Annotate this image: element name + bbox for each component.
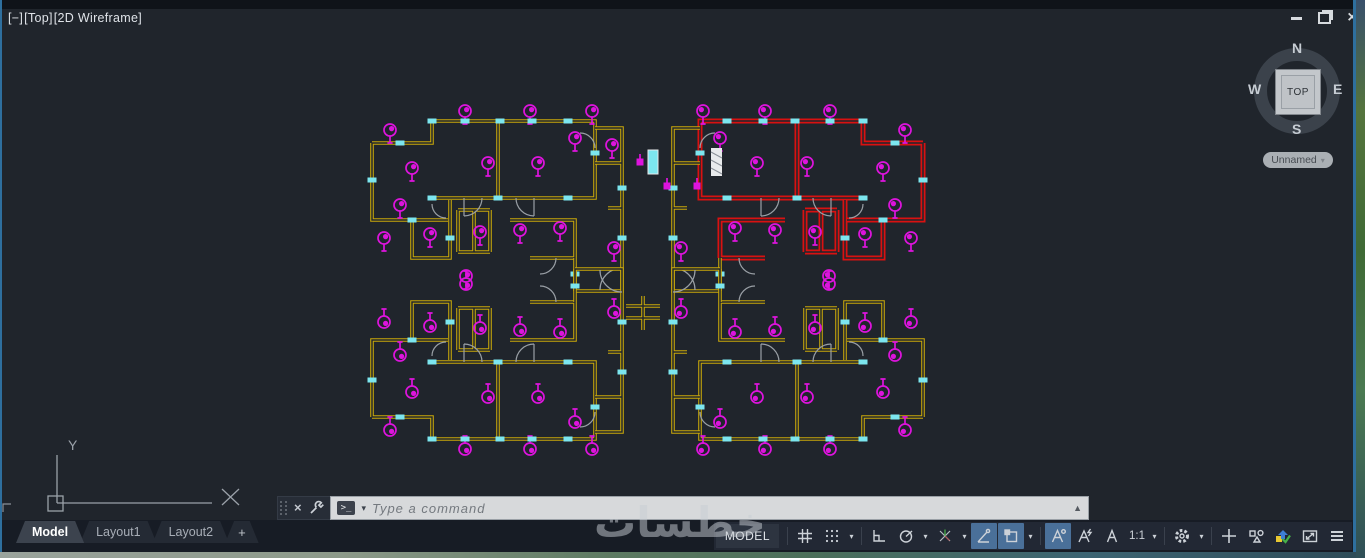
desktop-wallpaper-strip-bottom: [0, 552, 1356, 558]
ucs-y-label: Y: [68, 437, 78, 453]
polar-tracking-icon[interactable]: [893, 523, 919, 549]
window-border-left: [0, 0, 2, 558]
workspace-gear-icon[interactable]: [1169, 523, 1195, 549]
ortho-icon[interactable]: [866, 523, 892, 549]
viewcube-north[interactable]: N: [1292, 40, 1302, 56]
isodraft-caret-icon[interactable]: ▾: [959, 523, 970, 549]
command-placeholder: Type a command: [371, 500, 486, 516]
tab-model[interactable]: Model: [16, 521, 84, 543]
view-name-dropdown[interactable]: Unnamed ▾: [1263, 152, 1333, 168]
grid-icon[interactable]: [792, 523, 818, 549]
bottom-bar: Model Layout1 Layout2 + MODEL ▾ ▾ ▾ ▾ 1:…: [0, 520, 1356, 552]
isodraft-icon[interactable]: [932, 523, 958, 549]
recent-commands-caret-icon[interactable]: ▾: [361, 503, 366, 514]
status-bar: MODEL ▾ ▾ ▾ ▾ 1:1 ▾ ▾: [713, 522, 1352, 550]
command-prompt-icon[interactable]: >_: [336, 501, 356, 515]
floorplan-unit-top-right-selected: [669, 105, 928, 293]
workspace-caret-icon[interactable]: ▾: [1196, 523, 1207, 549]
tab-layout1[interactable]: Layout1: [80, 521, 156, 543]
command-bar-handle: ×: [277, 496, 330, 520]
drag-grip-icon[interactable]: [280, 501, 288, 515]
command-close-icon[interactable]: ×: [294, 501, 302, 514]
viewcube-west[interactable]: W: [1248, 81, 1261, 97]
new-layout-button[interactable]: +: [225, 521, 259, 543]
command-bar: × >_ ▾ Type a command ▲: [277, 496, 1089, 520]
graphics-performance-icon[interactable]: [1270, 523, 1296, 549]
autocad-window: [−][Top][2D Wireframe] × Y N S W E TOP U…: [0, 0, 1365, 558]
canvas-corner-bracket: [2, 503, 11, 512]
fullscreen-icon[interactable]: [1297, 523, 1323, 549]
floorplan-unit-top-left: [368, 105, 627, 291]
crosshair-plus-icon[interactable]: [1216, 523, 1242, 549]
model-space-button[interactable]: MODEL: [715, 524, 779, 548]
command-input[interactable]: >_ ▾ Type a command ▲: [329, 496, 1089, 520]
tab-layout2[interactable]: Layout2: [153, 521, 229, 543]
drawing-canvas[interactable]: [0, 0, 1365, 558]
annotation-scale-icon[interactable]: [1099, 523, 1125, 549]
snap-icon[interactable]: [819, 523, 845, 549]
viewcube-south[interactable]: S: [1292, 121, 1301, 137]
polar-caret-icon[interactable]: ▾: [920, 523, 931, 549]
chevron-down-icon: ▾: [1320, 155, 1325, 165]
object-snap-icon[interactable]: [998, 523, 1024, 549]
desktop-wallpaper-strip-right: [1356, 0, 1365, 558]
floorplan-unit-bottom-right: [669, 269, 928, 455]
annotation-visibility-icon[interactable]: [1045, 523, 1071, 549]
ucs-icon: [47, 455, 240, 512]
autoscale-icon[interactable]: [1072, 523, 1098, 549]
scale-caret-icon[interactable]: ▾: [1149, 523, 1160, 549]
viewcube: N S W E TOP: [1248, 40, 1346, 140]
object-snap-tracking-icon[interactable]: [971, 523, 997, 549]
snap-caret-icon[interactable]: ▾: [846, 523, 857, 549]
viewcube-east[interactable]: E: [1333, 81, 1342, 97]
floorplan-unit-bottom-left: [368, 269, 627, 455]
annotation-scale-value[interactable]: 1:1: [1126, 530, 1148, 542]
isolate-objects-icon[interactable]: [1243, 523, 1269, 549]
viewcube-top-face[interactable]: TOP: [1275, 69, 1321, 115]
layout-tabs: Model Layout1 Layout2 +: [16, 521, 259, 543]
wrench-icon[interactable]: [308, 500, 324, 516]
osnap-caret-icon[interactable]: ▾: [1025, 523, 1036, 549]
customize-menu-icon[interactable]: [1324, 523, 1350, 549]
command-history-up-icon[interactable]: ▲: [1073, 503, 1082, 513]
